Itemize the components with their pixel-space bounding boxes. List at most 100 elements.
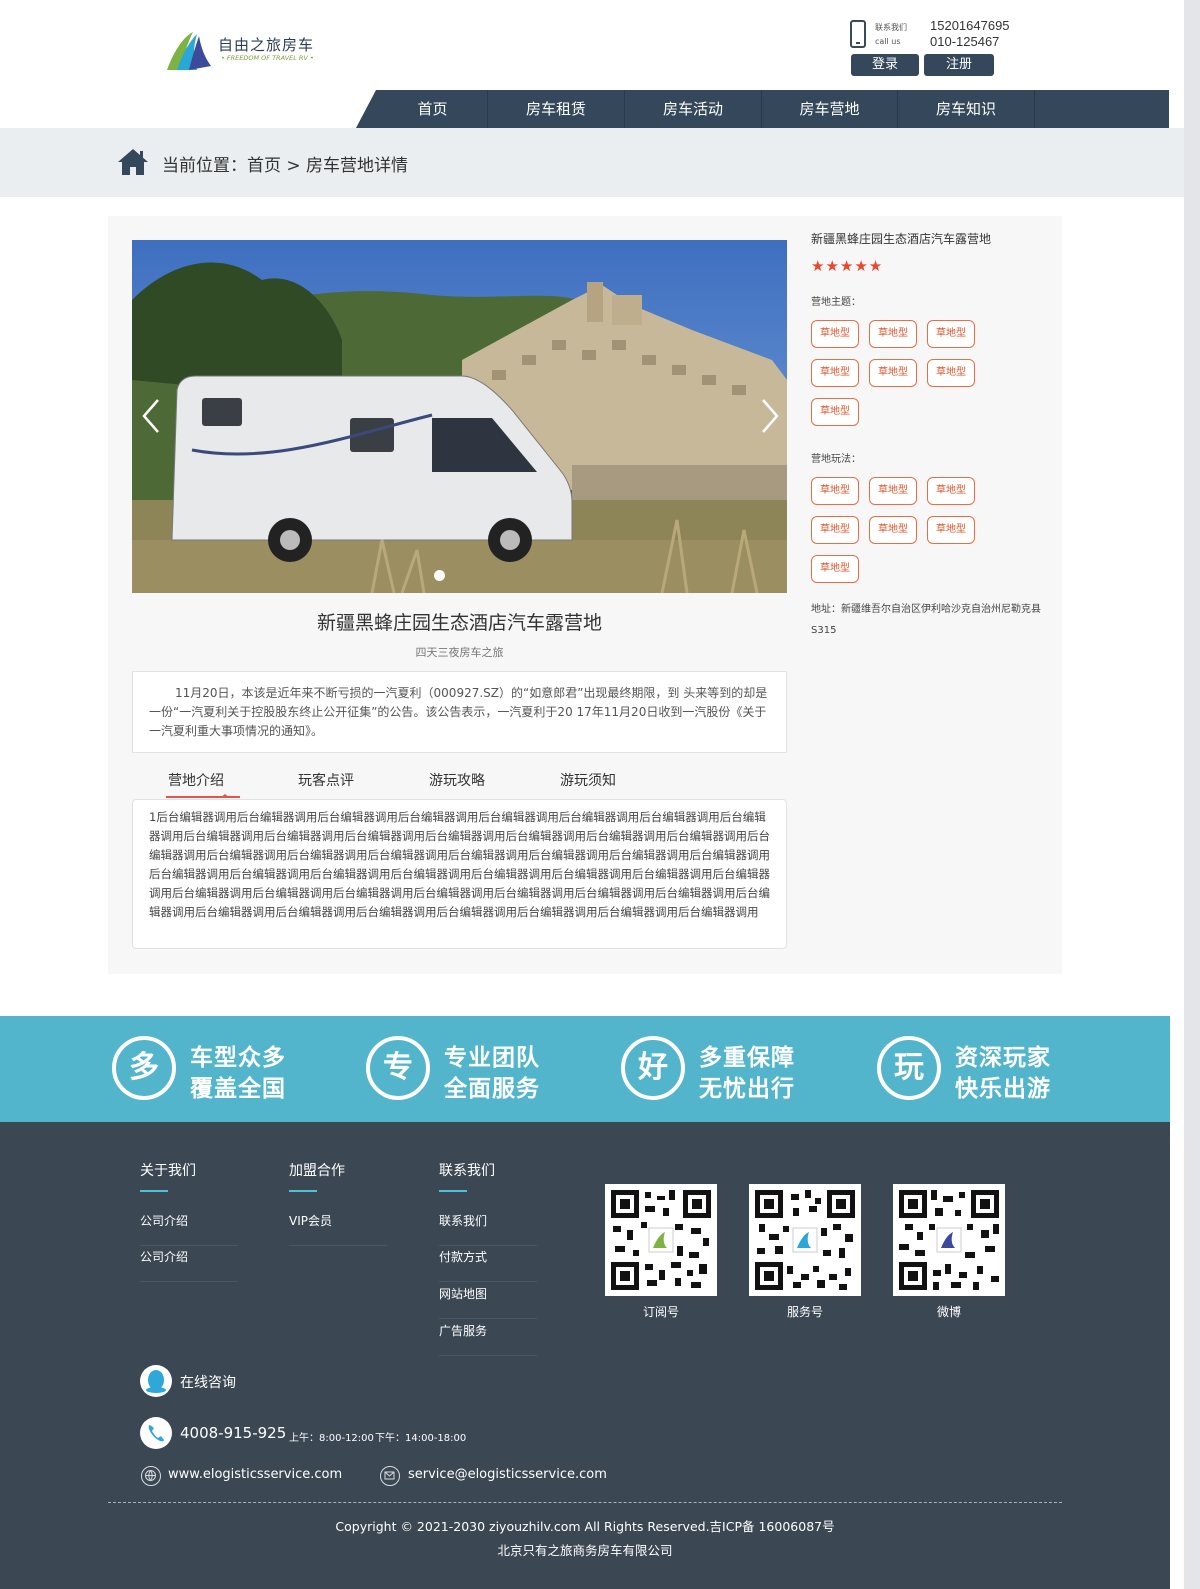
feature-badge-icon: 玩 [877, 1036, 941, 1100]
qr-caption: 服务号 [786, 1305, 823, 1319]
breadcrumb-bar: 当前位置：首页 > 房车营地详情 [0, 128, 1184, 197]
play-tag[interactable]: 草地型 [927, 516, 975, 544]
hours-am: 上午：8:00-12:00 [289, 1433, 374, 1444]
footer-heading-partner: 加盟合作 [289, 1163, 345, 1179]
slider-prev-icon[interactable] [140, 398, 162, 434]
footer-heading-underline [289, 1190, 317, 1192]
features-band: 多 车型众多 覆盖全国 专 专业团队 全面服务 好 多重保障 无忧出行 玩 资深… [0, 1016, 1170, 1122]
logo[interactable]: 自由之旅房车 • FREEDOM OF TRAVEL RV • [163, 30, 323, 72]
qr-code-icon [899, 1190, 999, 1290]
footer-heading-underline [439, 1190, 467, 1192]
play-tag[interactable]: 草地型 [927, 477, 975, 505]
play-tag[interactable]: 草地型 [811, 555, 859, 583]
tab-notices[interactable]: 游玩须知 [560, 768, 616, 798]
theme-tag[interactable]: 草地型 [927, 359, 975, 387]
play-tag[interactable]: 草地型 [811, 477, 859, 505]
camp-title: 新疆黑蜂庄园生态酒店汽车露营地 [316, 612, 602, 634]
register-button[interactable]: 注册 [924, 54, 994, 76]
main-content: 新疆黑蜂庄园生态酒店汽车露营地 四天三夜房车之旅 11月20日，本该是近年来不断… [108, 216, 1062, 974]
nav-item-campsites[interactable]: 房车营地 [762, 90, 898, 128]
footer-link[interactable]: VIP会员 [289, 1212, 387, 1246]
slider-dot[interactable] [434, 570, 445, 581]
feature-line1: 多重保障 [699, 1045, 795, 1071]
mobile-phone-icon [850, 20, 866, 48]
theme-tag[interactable]: 草地型 [811, 398, 859, 426]
feature-line1: 资深玩家 [955, 1045, 1051, 1071]
contact-block: 联系我们 call us 15201647695 010-125467 [850, 18, 1050, 54]
footer-link[interactable]: 付款方式 [439, 1248, 537, 1282]
qq-chat-icon[interactable] [140, 1365, 172, 1397]
header: 自由之旅房车 • FREEDOM OF TRAVEL RV • 联系我们 cal… [0, 0, 1184, 128]
contact-label-en: call us [875, 37, 901, 46]
logo-name: 自由之旅房车 [218, 36, 315, 54]
tab-active-caret [220, 794, 230, 798]
feature-line1: 车型众多 [190, 1045, 286, 1071]
feature-badge-icon: 多 [112, 1036, 176, 1100]
tab-guides[interactable]: 游玩攻略 [429, 768, 485, 798]
website-link[interactable]: www.elogisticsservice.com [168, 1467, 342, 1482]
logo-mark-icon [167, 32, 211, 70]
qr-code-weibo [893, 1184, 1005, 1296]
footer-heading-contact: 联系我们 [439, 1163, 495, 1179]
theme-tag[interactable]: 草地型 [811, 359, 859, 387]
sidebar-camp-title: 新疆黑蜂庄园生态酒店汽车露营地 [811, 232, 992, 246]
theme-tag[interactable]: 草地型 [927, 320, 975, 348]
nav-item-home[interactable]: 首页 [378, 90, 488, 128]
play-tag[interactable]: 草地型 [869, 477, 917, 505]
footer-link[interactable]: 公司介绍 [140, 1212, 238, 1246]
footer-heading-underline [140, 1190, 168, 1192]
footer-link[interactable]: 广告服务 [439, 1322, 537, 1356]
qr-caption: 微博 [936, 1305, 961, 1319]
rating-stars: ★★★★★ [811, 257, 884, 275]
theme-tag[interactable]: 草地型 [811, 320, 859, 348]
globe-icon [141, 1466, 161, 1486]
home-icon[interactable] [117, 148, 149, 176]
detail-tabs: 营地介绍 玩客点评 游玩攻略 游玩须知 [132, 768, 787, 798]
camp-address: 地址：新疆维吾尔自治区伊利哈沙克自治州尼勒克县S315 [811, 604, 1041, 636]
footer-link[interactable]: 网站地图 [439, 1285, 537, 1319]
qr-code-icon [755, 1190, 855, 1290]
feature-line2: 覆盖全国 [190, 1076, 286, 1102]
breadcrumb[interactable]: 当前位置：首页 > 房车营地详情 [162, 151, 408, 176]
footer-heading-about: 关于我们 [140, 1163, 196, 1179]
nav-item-rental[interactable]: 房车租赁 [488, 90, 625, 128]
theme-label: 营地主题： [811, 297, 861, 308]
online-consult-link[interactable]: 在线咨询 [180, 1372, 236, 1392]
phone-icon [140, 1417, 172, 1449]
feature-badge-icon: 专 [366, 1036, 430, 1100]
email-link[interactable]: service@elogisticsservice.com [408, 1467, 607, 1482]
main-nav: 首页 房车租赁 房车活动 房车营地 房车知识 [356, 90, 1169, 128]
footer-phone: 4008-915-925 [180, 1424, 287, 1442]
logo-tagline: • FREEDOM OF TRAVEL RV • [221, 54, 314, 62]
feature-badge-icon: 好 [621, 1036, 685, 1100]
theme-tag[interactable]: 草地型 [869, 359, 917, 387]
footer-link[interactable]: 联系我们 [439, 1212, 537, 1246]
play-tag[interactable]: 草地型 [869, 516, 917, 544]
nav-item-activities[interactable]: 房车活动 [625, 90, 762, 128]
camp-summary: 11月20日，本该是近年来不断亏损的一汽夏利（000927.SZ）的“如意郎君”… [132, 671, 787, 753]
page: 自由之旅房车 • FREEDOM OF TRAVEL RV • 联系我们 cal… [0, 0, 1184, 1589]
company-name: 北京只有之旅商务房车有限公司 [497, 1543, 673, 1558]
phone-number-2: 010-125467 [930, 34, 1000, 49]
tab-reviews[interactable]: 玩客点评 [298, 768, 354, 798]
email-icon [380, 1466, 400, 1486]
footer-link[interactable]: 公司介绍 [140, 1248, 238, 1282]
camp-intro-content: 1后台编辑器调用后台编辑器调用后台编辑器调用后台编辑器调用后台编辑器调用后台编辑… [132, 799, 787, 949]
play-tag[interactable]: 草地型 [811, 516, 859, 544]
play-label: 营地玩法： [811, 454, 861, 465]
footer: 关于我们 公司介绍 公司介绍 加盟合作 VIP会员 联系我们 联系我们 付款方式… [0, 1122, 1170, 1589]
feature-line2: 全面服务 [444, 1076, 540, 1102]
nav-item-knowledge[interactable]: 房车知识 [898, 90, 1035, 128]
contact-label-cn: 联系我们 [875, 23, 907, 32]
login-button[interactable]: 登录 [851, 54, 919, 76]
theme-tag[interactable]: 草地型 [869, 320, 917, 348]
qr-code-subscription [605, 1184, 717, 1296]
camp-subtitle: 四天三夜房车之旅 [415, 646, 504, 659]
phone-number-1: 15201647695 [930, 18, 1010, 33]
page-scrollbar[interactable] [1184, 0, 1200, 1589]
hours-pm: 下午：14:00-18:00 [375, 1433, 467, 1444]
slider-next-icon[interactable] [759, 398, 781, 434]
image-slider[interactable] [132, 240, 787, 593]
qr-code-icon [611, 1190, 711, 1290]
qr-caption: 订阅号 [642, 1305, 679, 1319]
